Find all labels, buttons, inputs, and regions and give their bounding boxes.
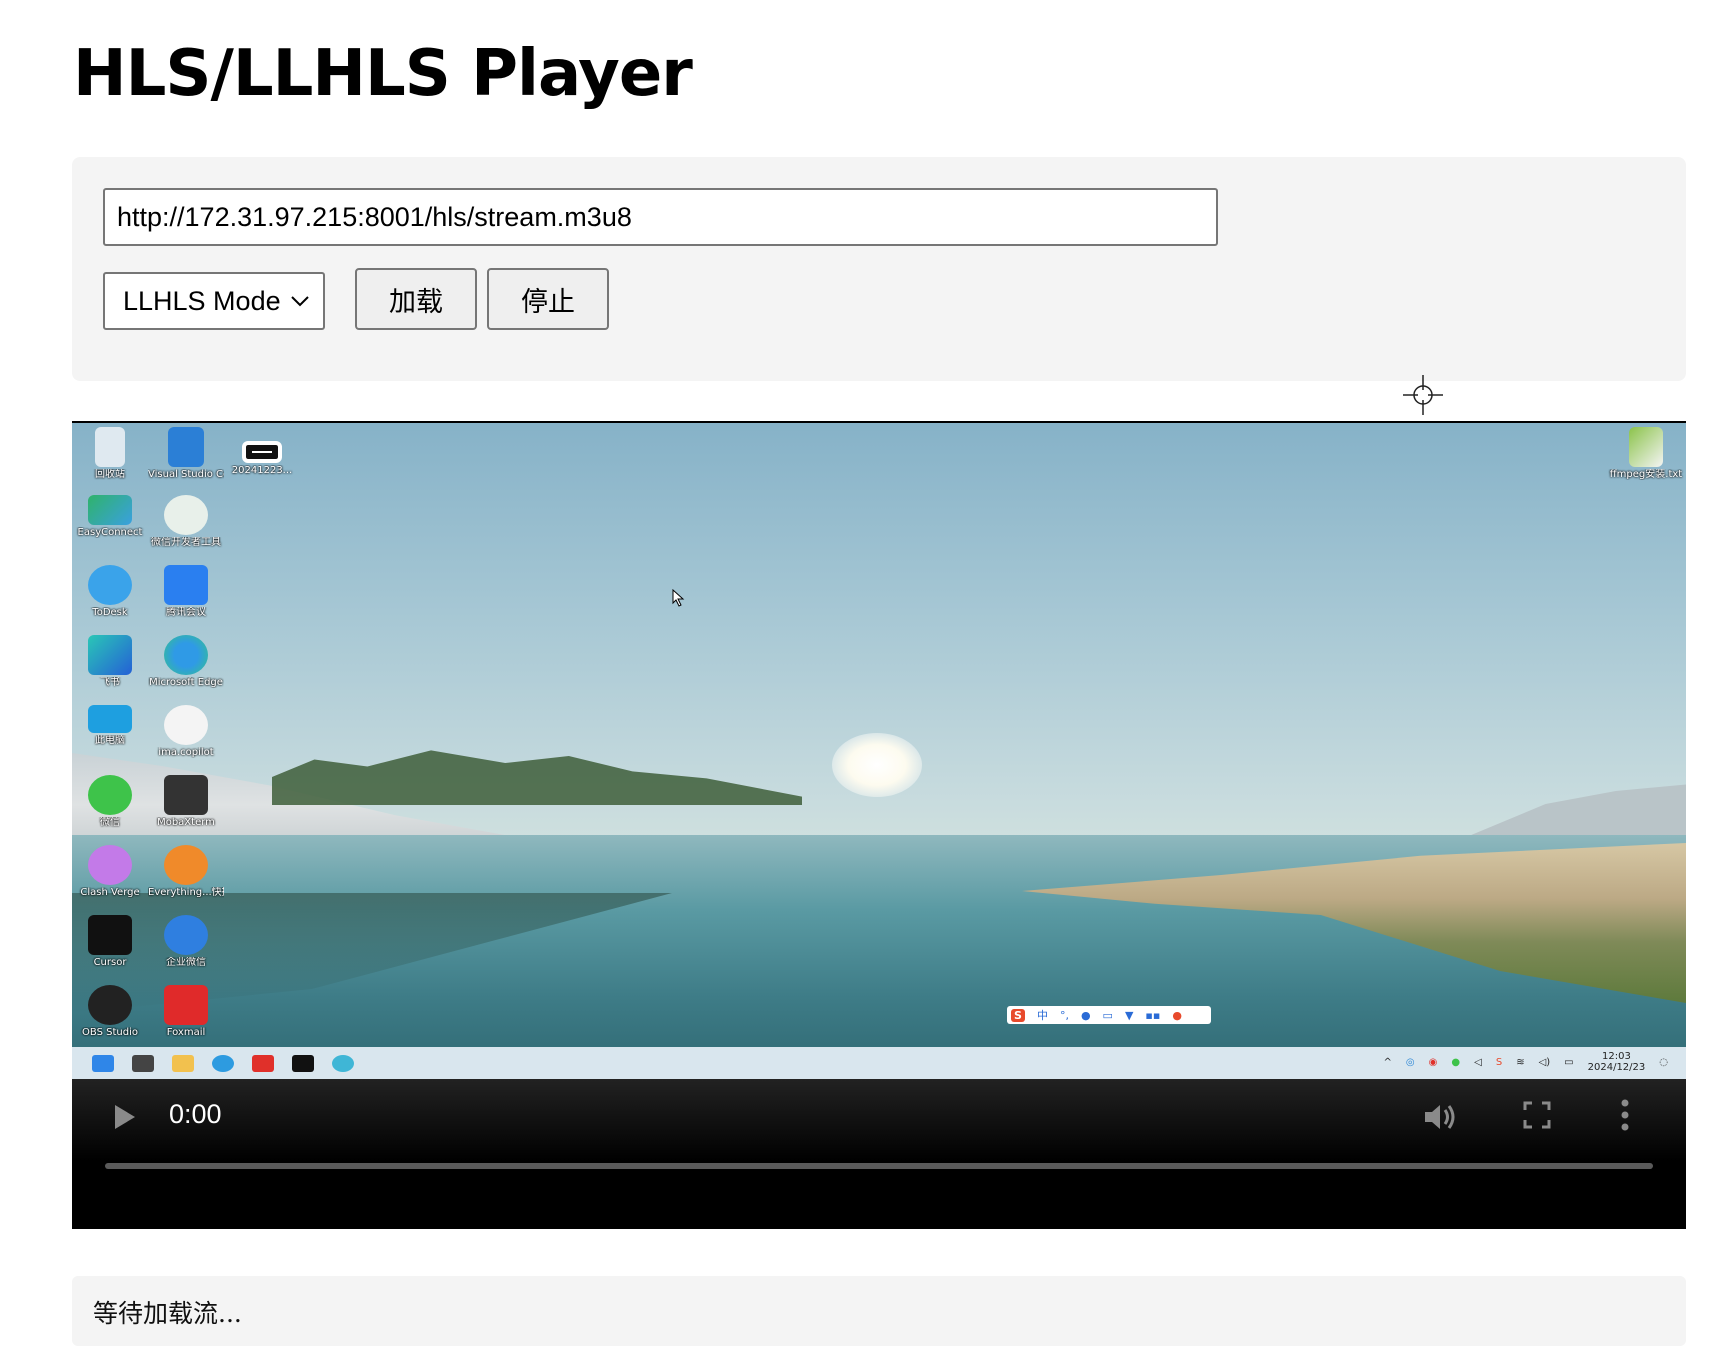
tray-clock-time: 12:03 [1602, 1051, 1631, 1062]
desktop-icon: Foxmail [148, 985, 224, 1038]
more-options-icon[interactable] [1620, 1099, 1630, 1131]
desktop-icon-label: 回收站 [95, 469, 125, 480]
cursor-app-icon [292, 1055, 314, 1072]
page-title: HLS/LLHLS Player [73, 37, 693, 111]
wps-icon [252, 1055, 274, 1072]
video-frame: 回收站 Visual Studio Code 20241223... EasyC… [72, 423, 1686, 1079]
stream-url-input[interactable] [103, 188, 1218, 246]
desktop-icon: Microsoft Edge [148, 635, 224, 688]
desktop-icon: ffmpeg安装.txt [1608, 427, 1684, 480]
desktop-icon-label: 此电脑 [95, 735, 125, 746]
desktop-icon: EasyConnect [72, 495, 148, 538]
tray-chevron-up-icon: ^ [1383, 1056, 1392, 1068]
ime-punct-icon: °, [1059, 1008, 1069, 1022]
tray-clock-date: 2024/12/23 [1587, 1062, 1646, 1073]
start-icon [92, 1055, 114, 1072]
windows-taskbar: ^ ◎ ◉ ● ◁ S ≋ ◁) ▭ 12:03 2024/12/23 ◌ [72, 1047, 1686, 1079]
ime-mode-label: 中 [1036, 1009, 1048, 1022]
desktop-icon-label: MobaXterm [157, 817, 215, 828]
desktop-icon: OBS Studio [72, 985, 148, 1038]
desktop-icon: 20241223... [224, 427, 300, 476]
ime-apps-icon: ▪▪ [1145, 1008, 1161, 1022]
desktop-icon-label: 微信 [100, 817, 120, 828]
desktop-icon-label: EasyConnect [77, 527, 143, 538]
desktop-icon: 微信开发者工具 [148, 495, 224, 548]
progress-bar[interactable] [105, 1163, 1653, 1169]
desktop-icon-label: Visual Studio Code [148, 469, 224, 480]
desktop-icon: Cursor [72, 915, 148, 968]
mode-select[interactable]: LLHLS Mode [103, 272, 325, 330]
desktop-icon-label: ToDesk [92, 607, 128, 618]
desktop-icon-label: 企业微信 [166, 957, 206, 968]
desktop-icon-label: 飞书 [100, 677, 120, 688]
mode-select-value: LLHLS Mode [123, 285, 281, 316]
network-app-icon [332, 1055, 354, 1072]
stop-button[interactable]: 停止 [487, 268, 609, 330]
load-button[interactable]: 加载 [355, 268, 477, 330]
video-player[interactable]: 回收站 Visual Studio Code 20241223... EasyC… [72, 421, 1686, 1229]
desktop-icon: 微信 [72, 775, 148, 828]
ime-keyboard-icon: ▭ [1102, 1008, 1113, 1022]
desktop-icon-label: 20241223... [231, 465, 293, 476]
mouse-cursor-icon [672, 589, 685, 607]
ime-toolbar: S 中 °, ● ▭ ▼ ▪▪ ● [1007, 1006, 1211, 1024]
tray-app-icon: ◉ [1428, 1056, 1438, 1068]
desktop-icon: Clash Verge [72, 845, 148, 898]
desktop-icon-label: ima.copilot [158, 747, 214, 758]
desktop-icon: MobaXterm [148, 775, 224, 828]
desktop-icon: Visual Studio Code [148, 427, 224, 480]
desktop-icon: 飞书 [72, 635, 148, 688]
fullscreen-icon[interactable] [1523, 1101, 1551, 1129]
desktop-icon: 腾讯会议 [148, 565, 224, 618]
tray-sync-icon: ◎ [1405, 1056, 1415, 1068]
tray-wechat-icon: ● [1451, 1056, 1461, 1068]
tray-volume-icon: ◁) [1538, 1056, 1551, 1068]
task-view-icon [132, 1055, 154, 1072]
desktop-icon-label: ffmpeg安装.txt [1609, 469, 1683, 480]
status-text: 等待加载流... [93, 1299, 242, 1328]
video-sun [832, 733, 922, 797]
tray-sogou-icon: S [1495, 1056, 1503, 1068]
video-controls: 0:00 [72, 1079, 1686, 1229]
current-time: 0:00 [169, 1099, 222, 1129]
play-icon[interactable] [112, 1103, 138, 1131]
desktop-icon: Everything...快捷方式 [148, 845, 224, 898]
desktop-icon-label: Clash Verge [80, 887, 140, 898]
desktop-icon: 企业微信 [148, 915, 224, 968]
ime-mic-icon: ● [1080, 1008, 1091, 1022]
desktop-icon-label: Microsoft Edge [149, 677, 223, 688]
volume-icon[interactable] [1422, 1101, 1458, 1133]
desktop-icon-label: 腾讯会议 [166, 607, 206, 618]
crosshair-cursor-icon [1403, 375, 1443, 415]
tray-speaker-small-icon: ◁ [1474, 1056, 1482, 1068]
tray-clock: 12:03 2024/12/23 [1588, 1051, 1646, 1073]
desktop-icon: 此电脑 [72, 705, 148, 746]
ime-skin-icon: ▼ [1124, 1008, 1134, 1022]
tray-battery-icon: ▭ [1564, 1056, 1574, 1068]
desktop-icon: ima.copilot [148, 705, 224, 758]
desktop-icon-label: Everything...快捷方式 [148, 887, 224, 898]
chevron-down-icon [291, 296, 309, 307]
status-panel [72, 1276, 1686, 1346]
tray-notification-icon: ◌ [1659, 1056, 1668, 1068]
desktop-icon: ToDesk [72, 565, 148, 618]
desktop-icon-label: Cursor [93, 957, 127, 968]
system-tray: ^ ◎ ◉ ● ◁ S ≋ ◁) ▭ 12:03 2024/12/23 ◌ [1384, 1051, 1668, 1073]
tray-wifi-icon: ≋ [1516, 1056, 1525, 1068]
ime-avatar-icon: ● [1172, 1008, 1182, 1022]
desktop-icon-label: OBS Studio [82, 1027, 138, 1038]
desktop-icon-label: Foxmail [166, 1027, 206, 1038]
file-explorer-icon [172, 1055, 194, 1072]
edge-icon [212, 1055, 234, 1072]
desktop-icon-label: 微信开发者工具 [151, 537, 221, 548]
desktop-icon: 回收站 [72, 427, 148, 480]
sogou-icon: S [1011, 1008, 1025, 1022]
